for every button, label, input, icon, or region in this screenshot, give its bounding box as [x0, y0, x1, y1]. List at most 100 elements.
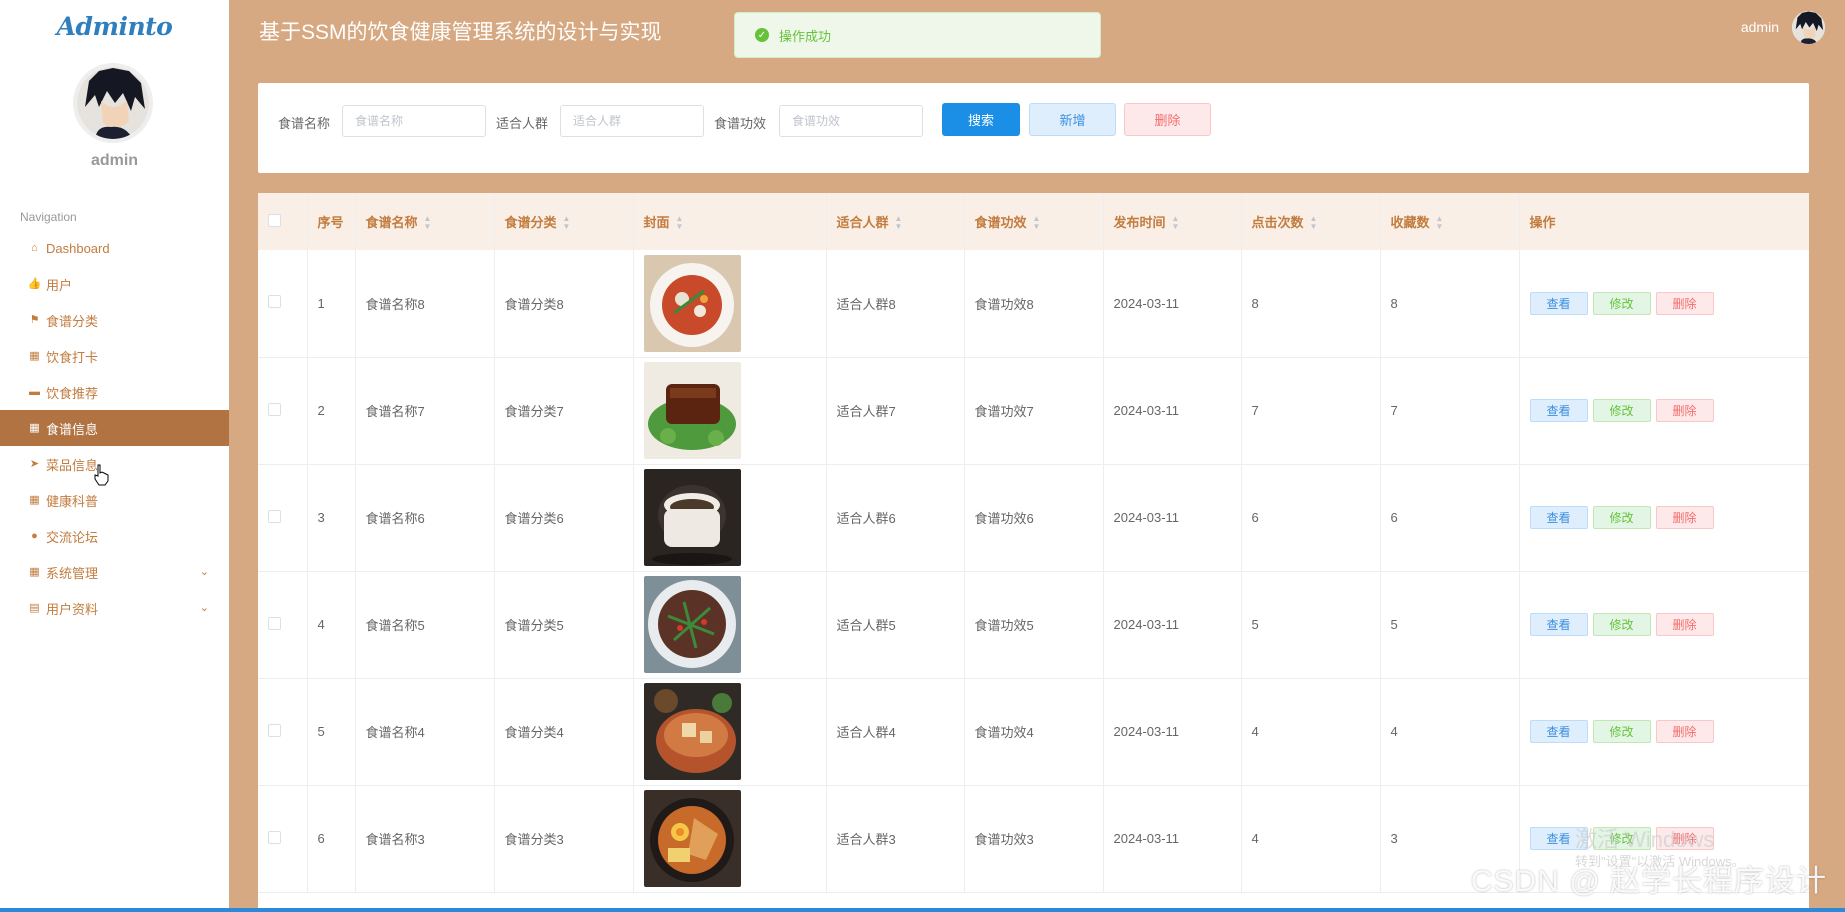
- delete-button[interactable]: 删除: [1655, 291, 1714, 315]
- table-row[interactable]: 5 食谱名称4 食谱分类4 适合人群4 食谱功效4 2024-03-11 4 4 查看 修改 删除: [258, 678, 1809, 785]
- search-panel: 食谱名称 适合人群 食谱功效 搜索 新增 删除: [258, 83, 1809, 173]
- sidebar-item-9[interactable]: ▦ 系统管理 ⌄: [0, 554, 229, 590]
- row-checkbox[interactable]: [268, 616, 281, 630]
- sort-icon[interactable]: ▲ ▼: [676, 215, 684, 231]
- top-avatar[interactable]: [1792, 11, 1825, 44]
- table-row[interactable]: 4 食谱名称5 食谱分类5 适合人群5 食谱功效5 2024-03-11 5 5 查看 修改 删除: [258, 571, 1809, 678]
- select-all-cell[interactable]: [258, 193, 308, 250]
- row-select-cell[interactable]: [258, 571, 308, 678]
- add-button[interactable]: 新增: [1029, 103, 1116, 136]
- table-row[interactable]: 3 食谱名称6 食谱分类6 适合人群6 食谱功效6 2024-03-11 6 6 查看 修改 删除: [258, 464, 1809, 571]
- avatar[interactable]: [73, 63, 153, 143]
- row-select-cell[interactable]: [258, 250, 308, 357]
- edit-button[interactable]: 修改: [1592, 720, 1651, 743]
- sidebar-item-1[interactable]: 👍 用户: [0, 266, 229, 302]
- recipe-cover-image[interactable]: [643, 790, 741, 887]
- view-button[interactable]: 查看: [1529, 399, 1588, 422]
- select-all-checkbox[interactable]: [268, 213, 281, 227]
- sidebar-item-7[interactable]: ▦ 健康科普: [0, 482, 229, 518]
- header-crowd[interactable]: 适合人群 ▲ ▼: [826, 193, 965, 250]
- delete-button[interactable]: 删除: [1655, 720, 1714, 743]
- sort-icon[interactable]: ▲ ▼: [563, 215, 571, 231]
- csdn-watermark: CSDN @ 赵学长程序设计: [1470, 865, 1827, 898]
- sidebar-item-4[interactable]: ▬ 饮食推荐: [0, 374, 229, 410]
- header-name[interactable]: 食谱名称 ▲ ▼: [355, 193, 495, 250]
- check-circle-icon: ✓: [755, 28, 769, 42]
- cell-no: 2: [307, 357, 356, 464]
- sidebar-item-8[interactable]: ● 交流论坛: [0, 518, 229, 554]
- cell-date: 2024-03-11: [1103, 678, 1242, 785]
- search-button[interactable]: 搜索: [942, 103, 1020, 136]
- recipe-cover-image[interactable]: [643, 469, 741, 566]
- view-button[interactable]: 查看: [1529, 291, 1588, 315]
- cell-cover: [633, 250, 827, 357]
- recipe-cover-image[interactable]: [643, 683, 741, 780]
- delete-button[interactable]: 删除: [1655, 506, 1714, 529]
- table-row[interactable]: 2 食谱名称7 食谱分类7 适合人群7 食谱功效7 2024-03-11 7 7 查看 修改 删除: [258, 357, 1809, 464]
- row-checkbox[interactable]: [268, 295, 281, 309]
- chevron-down-icon[interactable]: ⌄: [200, 565, 209, 578]
- view-button[interactable]: 查看: [1529, 720, 1588, 743]
- edit-button[interactable]: 修改: [1592, 291, 1651, 315]
- sidebar-item-3[interactable]: ▦ 饮食打卡: [0, 338, 229, 374]
- cell-category: 食谱分类3: [494, 785, 634, 892]
- edit-button[interactable]: 修改: [1592, 613, 1651, 636]
- recipe-cover-image[interactable]: [643, 362, 741, 459]
- sort-icon[interactable]: ▲ ▼: [1436, 215, 1444, 231]
- top-username[interactable]: admin: [1741, 19, 1779, 35]
- header-category[interactable]: 食谱分类 ▲ ▼: [494, 193, 634, 250]
- effect-search-input[interactable]: [779, 105, 923, 137]
- cell-date: 2024-03-11: [1103, 785, 1242, 892]
- header-cover[interactable]: 封面 ▲ ▼: [633, 193, 827, 250]
- sidebar-item-label: 饮食推荐: [46, 385, 99, 401]
- cell-cover: [633, 785, 827, 892]
- row-select-cell[interactable]: [258, 785, 308, 892]
- sidebar-item-2[interactable]: ⚑ 食谱分类: [0, 302, 229, 338]
- cell-effect: 食谱功效7: [964, 357, 1104, 464]
- delete-button[interactable]: 删除: [1655, 399, 1714, 422]
- name-search-input[interactable]: [342, 105, 486, 137]
- edit-button[interactable]: 修改: [1592, 506, 1651, 529]
- row-checkbox[interactable]: [268, 509, 281, 523]
- sort-icon[interactable]: ▲ ▼: [1033, 215, 1041, 231]
- thumbs-up-icon: 👍: [27, 277, 42, 290]
- row-select-cell[interactable]: [258, 678, 308, 785]
- cell-crowd: 适合人群5: [826, 571, 965, 678]
- header-effect[interactable]: 食谱功效 ▲ ▼: [964, 193, 1104, 250]
- view-button[interactable]: 查看: [1529, 613, 1588, 636]
- grid-icon: ▦: [29, 565, 40, 578]
- crowd-search-input[interactable]: [560, 105, 704, 137]
- recipe-cover-image[interactable]: [643, 254, 741, 352]
- table-row[interactable]: 1 食谱名称8 食谱分类8 适合人群8 食谱功效8 2024-03-11 8 8 查看 修改 删除: [258, 250, 1809, 357]
- cell-category: 食谱分类4: [494, 678, 634, 785]
- sort-icon[interactable]: ▲ ▼: [424, 215, 432, 231]
- sort-icon[interactable]: ▲ ▼: [1310, 215, 1318, 231]
- edit-button[interactable]: 修改: [1592, 399, 1651, 422]
- delete-button[interactable]: 删除: [1655, 613, 1714, 636]
- header-favs[interactable]: 收藏数 ▲ ▼: [1380, 193, 1520, 250]
- sort-icon[interactable]: ▲ ▼: [1172, 215, 1180, 231]
- sidebar-item-6[interactable]: ➤ 菜品信息: [0, 446, 229, 482]
- header-date[interactable]: 发布时间 ▲ ▼: [1103, 193, 1242, 250]
- cell-crowd: 适合人群8: [826, 250, 965, 357]
- sidebar-item-5[interactable]: ▦ 食谱信息: [0, 410, 229, 446]
- chevron-down-icon[interactable]: ⌄: [200, 601, 209, 614]
- taskbar-edge: [0, 908, 1845, 912]
- row-checkbox[interactable]: [268, 402, 281, 416]
- row-checkbox[interactable]: [268, 830, 281, 844]
- cell-favs: 6: [1380, 464, 1520, 571]
- row-select-cell[interactable]: [258, 357, 308, 464]
- header-no: 序号: [307, 193, 356, 250]
- sort-icon[interactable]: ▲ ▼: [895, 215, 903, 231]
- sidebar-item-10[interactable]: ▤ 用户资料 ⌄: [0, 590, 229, 626]
- row-checkbox[interactable]: [268, 723, 281, 737]
- view-button[interactable]: 查看: [1529, 506, 1588, 529]
- sidebar-item-0[interactable]: ⌂ Dashboard: [0, 230, 229, 266]
- row-select-cell[interactable]: [258, 464, 308, 571]
- recipe-cover-image[interactable]: [643, 576, 741, 673]
- recipe-table: 序号 食谱名称 ▲ ▼ 食谱分类 ▲ ▼ 封面 ▲ ▼ 适合人群 ▲ ▼ 食谱功效 ▲ ▼ 发布时间…: [258, 193, 1809, 893]
- cell-no: 1: [307, 250, 356, 357]
- header-clicks[interactable]: 点击次数 ▲ ▼: [1241, 193, 1381, 250]
- batch-delete-button[interactable]: 删除: [1124, 103, 1211, 136]
- app-logo[interactable]: Adminto: [0, 12, 229, 41]
